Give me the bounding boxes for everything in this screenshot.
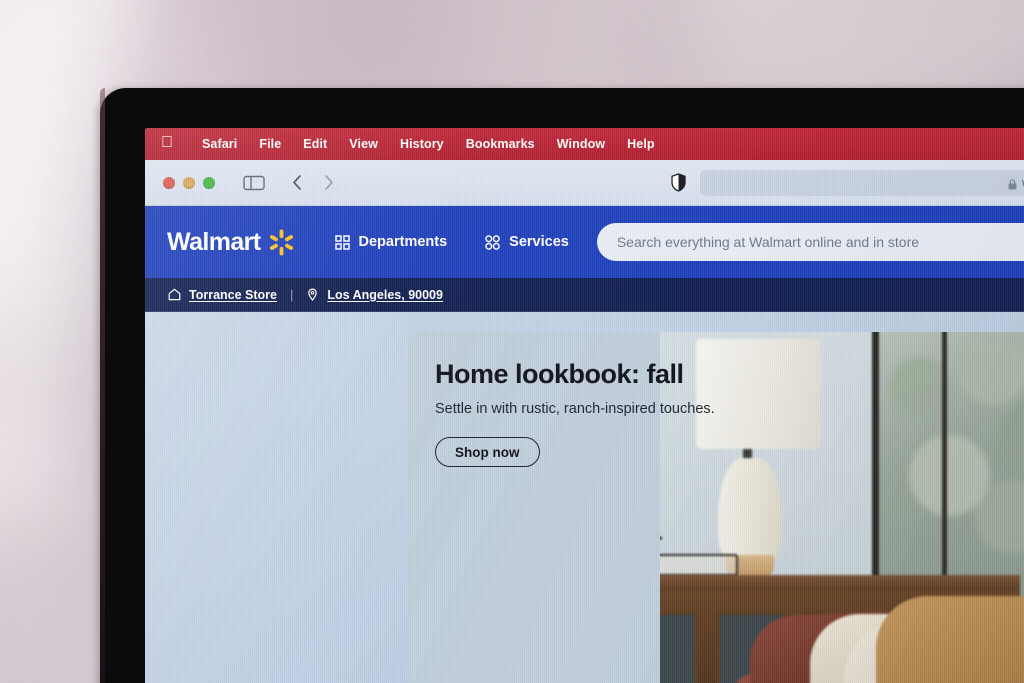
walmart-wordmark: Walmart (167, 227, 261, 256)
hero-text-block: Home lookbook: fall Settle in with rusti… (435, 359, 715, 467)
services-link[interactable]: Services (485, 234, 569, 250)
menu-item-file[interactable]: File (248, 137, 292, 151)
bezel-edge-highlight (100, 88, 105, 683)
location-divider: | (290, 287, 294, 302)
close-button[interactable] (163, 176, 175, 189)
laptop-screen:  Safari File Edit View History Bookmark… (145, 128, 1024, 683)
macos-menu-bar:  Safari File Edit View History Bookmark… (145, 128, 1024, 160)
search-input[interactable]: Search everything at Walmart online and … (596, 223, 1024, 261)
minimize-button[interactable] (183, 176, 195, 189)
walmart-site-header: Walmart Departments Services Search ever… (145, 206, 1024, 278)
location-name: Los Angeles, 90009 (327, 287, 443, 302)
chevron-right-icon[interactable] (322, 174, 335, 191)
menu-item-safari[interactable]: Safari (191, 137, 248, 151)
menu-item-view[interactable]: View (338, 137, 389, 151)
departments-link[interactable]: Departments (334, 234, 448, 250)
menu-item-bookmarks[interactable]: Bookmarks (455, 137, 546, 151)
walmart-logo[interactable]: Walmart (167, 228, 295, 257)
hero-card[interactable]: Home lookbook: fall Settle in with rusti… (408, 332, 1024, 683)
page-left-area (145, 312, 408, 683)
search-placeholder: Search everything at Walmart online and … (616, 234, 920, 250)
store-name: Torrance Store (189, 287, 277, 302)
navigation-arrows (291, 174, 335, 191)
delivery-location[interactable]: Los Angeles, 90009 (306, 288, 443, 302)
chevron-left-icon[interactable] (291, 174, 304, 191)
services-label: Services (509, 234, 569, 250)
zoom-button[interactable] (203, 176, 215, 189)
apple-icon[interactable]:  (161, 135, 173, 151)
map-pin-icon (306, 288, 319, 301)
menu-item-edit[interactable]: Edit (292, 137, 338, 151)
store-selector[interactable]: Torrance Store (168, 288, 277, 302)
menu-item-history[interactable]: History (389, 137, 455, 151)
browser-toolbar: walm (145, 160, 1024, 206)
menu-item-help[interactable]: Help (616, 137, 666, 151)
home-icon (168, 288, 181, 301)
shop-now-button[interactable]: Shop now (435, 437, 540, 467)
menu-item-window[interactable]: Window (546, 137, 616, 151)
hero-title: Home lookbook: fall (435, 359, 684, 389)
sidebar-toggle-icon[interactable] (243, 175, 265, 191)
store-location-bar: Torrance Store | Los Angeles, 90009 (145, 278, 1024, 312)
page-content: Home lookbook: fall Settle in with rusti… (145, 312, 1024, 683)
departments-label: Departments (358, 234, 448, 250)
circles-grid-icon (485, 234, 501, 250)
walmart-spark-icon (268, 229, 295, 256)
laptop-device:  Safari File Edit View History Bookmark… (100, 88, 1024, 683)
grid-icon (334, 234, 350, 250)
privacy-shield-icon[interactable] (671, 173, 686, 192)
lock-icon (1008, 177, 1017, 190)
window-controls (163, 176, 215, 189)
hero-subtitle: Settle in with rustic, ranch-inspired to… (435, 401, 715, 417)
address-bar[interactable]: walm (700, 169, 1024, 196)
